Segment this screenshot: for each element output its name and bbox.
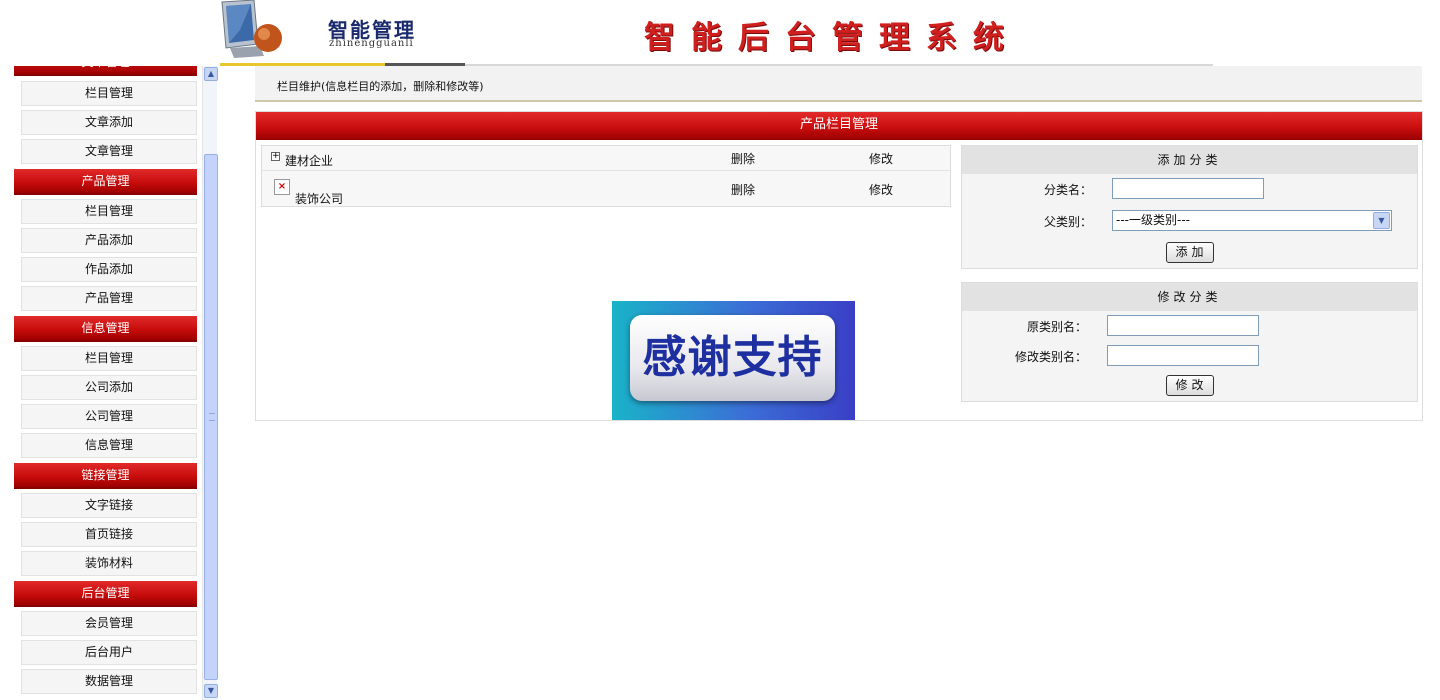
tree-node-name[interactable]: 装饰公司: [295, 190, 343, 207]
parent-category-select[interactable]: ---一级类别--- ▼: [1112, 210, 1392, 231]
sidebar-item-members[interactable]: 会员管理: [21, 611, 197, 636]
thanks-banner-plate: 感谢支持: [630, 315, 835, 401]
sidebar-item-home-links[interactable]: 首页链接: [21, 522, 197, 547]
add-form-title: 添加分类: [962, 146, 1417, 174]
sidebar-group-info[interactable]: 信息管理: [14, 316, 197, 342]
sidebar-group-links[interactable]: 链接管理: [14, 463, 197, 489]
breadcrumb: 栏目维护(信息栏目的添加，删除和修改等): [255, 66, 1422, 102]
sidebar: 文章管理 栏目管理 文章添加 文章管理 产品管理 栏目管理 产品添加 作品添加 …: [0, 66, 218, 700]
sidebar-item-company-manage[interactable]: 公司管理: [21, 404, 197, 429]
new-category-name-label: 修改类别名：: [1014, 350, 1087, 364]
category-name-input[interactable]: [1112, 178, 1264, 199]
tree-row: + 建材企业 删除 修改: [262, 146, 950, 171]
sidebar-group-admin[interactable]: 后台管理: [14, 581, 197, 607]
old-category-name-label: 原类别名：: [1026, 320, 1087, 334]
category-name-label: 分类名：: [1043, 183, 1092, 197]
delete-link[interactable]: 删除: [731, 150, 755, 167]
new-category-name-input[interactable]: [1107, 345, 1259, 366]
sidebar-item-company-add[interactable]: 公司添加: [21, 375, 197, 400]
sidebar-item-data-manage[interactable]: 数据管理: [21, 669, 197, 694]
sidebar-item-decor-materials[interactable]: 装饰材料: [21, 551, 197, 576]
sidebar-item-info-manage[interactable]: 信息管理: [21, 433, 197, 458]
scrollbar-grip-icon: [209, 413, 215, 421]
sidebar-group-article[interactable]: 文章管理: [14, 66, 197, 76]
tree-row: × 装饰公司 删除 修改: [262, 172, 950, 206]
category-panel: 产品栏目管理 + 建材企业 删除 修改 × 装饰公司 删除 修改 感谢支持 添加…: [255, 111, 1423, 421]
sidebar-item-product-columns[interactable]: 栏目管理: [21, 199, 197, 224]
sidebar-item-info-columns[interactable]: 栏目管理: [21, 346, 197, 371]
sidebar-group-product[interactable]: 产品管理: [14, 169, 197, 195]
sidebar-item-article-columns[interactable]: 栏目管理: [21, 81, 197, 106]
edit-link[interactable]: 修改: [869, 150, 893, 167]
sidebar-item-product-manage[interactable]: 产品管理: [21, 286, 197, 311]
category-tree: + 建材企业 删除 修改 × 装饰公司 删除 修改: [261, 145, 951, 207]
thanks-banner-text: 感谢支持: [642, 332, 823, 383]
logo-subtext: zhinengguanli: [329, 38, 414, 49]
thanks-banner: 感谢支持: [612, 301, 855, 420]
breadcrumb-text: 栏目维护(信息栏目的添加，删除和修改等): [277, 80, 484, 93]
scrollbar-thumb[interactable]: [204, 154, 218, 680]
broken-image-icon: ×: [274, 179, 290, 195]
edit-category-form: 修改分类 原类别名： 修改类别名： 修改: [961, 282, 1418, 402]
scroll-down-icon[interactable]: ▼: [204, 684, 218, 698]
plus-icon[interactable]: +: [271, 152, 280, 161]
sidebar-item-text-links[interactable]: 文字链接: [21, 493, 197, 518]
chevron-down-icon[interactable]: ▼: [1373, 212, 1390, 229]
sidebar-scrollbar[interactable]: ▲ ▼: [202, 66, 218, 700]
parent-category-label: 父类别：: [1043, 215, 1092, 229]
system-title: 智能后台管理系统: [644, 20, 1020, 56]
add-button[interactable]: 添加: [1166, 242, 1214, 263]
logo-monitor-icon: [221, 0, 282, 58]
sidebar-item-product-add[interactable]: 产品添加: [21, 228, 197, 253]
delete-link[interactable]: 删除: [731, 181, 755, 198]
panel-title: 产品栏目管理: [256, 112, 1422, 140]
parent-category-selected: ---一级类别---: [1116, 213, 1190, 227]
tree-node-name[interactable]: 建材企业: [285, 152, 333, 169]
scroll-up-icon[interactable]: ▲: [204, 67, 218, 81]
old-category-name-input[interactable]: [1107, 315, 1259, 336]
sidebar-item-admin-users[interactable]: 后台用户: [21, 640, 197, 665]
edit-button[interactable]: 修改: [1166, 375, 1214, 396]
add-category-form: 添加分类 分类名： 父类别： ---一级类别--- ▼ 添加: [961, 145, 1418, 269]
header: 智能管理 zhinengguanli 智能后台管理系统: [0, 0, 1440, 66]
sidebar-item-article-manage[interactable]: 文章管理: [21, 139, 197, 164]
sidebar-item-article-add[interactable]: 文章添加: [21, 110, 197, 135]
edit-form-title: 修改分类: [962, 283, 1417, 311]
sidebar-item-work-add[interactable]: 作品添加: [21, 257, 197, 282]
edit-link[interactable]: 修改: [869, 181, 893, 198]
